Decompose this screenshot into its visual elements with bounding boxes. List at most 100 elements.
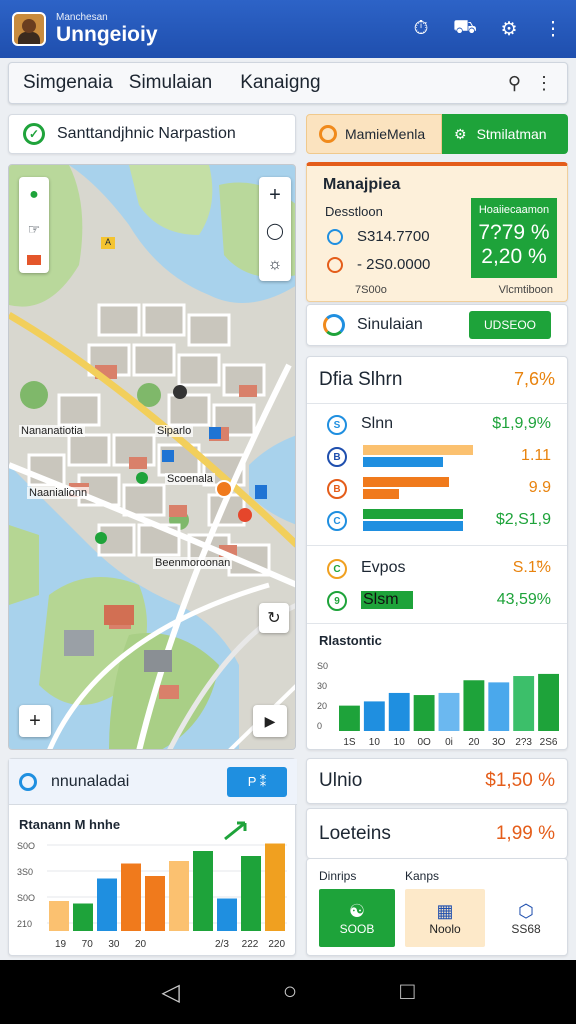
menu-more-icon[interactable]: ⋮	[535, 73, 553, 94]
rotate-icon[interactable]: ◯	[266, 221, 284, 241]
box-button-label: SS68	[511, 921, 541, 936]
trend-chart-title: Rlastontic	[319, 633, 382, 648]
home-icon[interactable]: ○	[283, 978, 298, 1006]
analysis-y-tick: S0O	[17, 893, 35, 903]
mode-right-label: Stmilatman	[476, 126, 547, 142]
map-label-4: Naanialionn	[27, 487, 90, 499]
stat-label: Slnn	[361, 415, 394, 432]
menu-item-1[interactable]: Simgenaia	[23, 72, 113, 94]
plus-icon: +	[29, 709, 41, 732]
summary-value-2: - 2S0.0000	[357, 256, 431, 273]
trend-bar	[339, 705, 360, 731]
stats-card: Dfia Slhrn 7,6% S Slnn $1,9,9% B 1.11 B …	[306, 356, 568, 750]
stat-row[interactable]: 9 Slsm 43,59%	[307, 587, 567, 617]
analysis-bar	[241, 856, 261, 931]
map-view[interactable]: ● ☞ + ◯ ☼ A Nananatiotia Siparlo Scoenal…	[8, 164, 296, 750]
mode-toggle-left[interactable]: MamieMenla	[306, 114, 442, 154]
summary-highlight: Hoaiiecaamon 7?79 % 2,20 %	[471, 198, 557, 278]
trend-y-tick: S0	[317, 661, 328, 671]
map-label-3: Scoenala	[165, 473, 215, 485]
stat-value: $1,9,9%	[492, 415, 551, 432]
clock-icon	[327, 228, 343, 245]
menu-item-2[interactable]: Simulaian	[129, 72, 212, 94]
gear-icon[interactable]: ⚙	[498, 18, 520, 40]
box-button[interactable]: ⬡ SS68	[493, 889, 559, 947]
trend-chart: S0 30 20 0 1S 10 10 0O 0i 20 3O 2?3 2S6	[317, 661, 559, 748]
metric-row[interactable]: Ulnio $1,50 %	[306, 758, 568, 804]
app-subtitle: Manchesan	[56, 12, 108, 23]
stat-bar	[363, 477, 449, 487]
metric-row[interactable]: Loeteins 1,99 %	[306, 808, 568, 858]
divider	[307, 403, 567, 404]
map-label-5: Beenmoroonan	[153, 557, 233, 569]
robot-icon: ⚙	[454, 125, 467, 142]
add-marker-button[interactable]: +	[19, 705, 51, 737]
stat-icon: B	[327, 447, 347, 467]
sell-button[interactable]: ☯ SOOB	[319, 889, 395, 947]
play-button[interactable]: ▶	[253, 705, 287, 737]
leaf-icon: ☯	[348, 900, 366, 921]
back-icon[interactable]: ◁	[161, 978, 179, 1007]
metric-label: Loeteins	[319, 822, 391, 844]
stat-bar	[363, 509, 463, 519]
notes-button[interactable]: ▦ Noolo	[405, 889, 485, 947]
menu-item-3[interactable]: Kanaigng	[240, 72, 320, 94]
pin-icon[interactable]: ●	[29, 186, 39, 204]
trend-x-tick: 20	[468, 737, 480, 748]
parking-button[interactable]: P ⁑	[227, 766, 287, 797]
summary-box-header: Hoaiiecaamon	[478, 204, 550, 216]
more-icon[interactable]: ⋮	[542, 18, 564, 40]
recents-icon[interactable]: □	[400, 978, 415, 1006]
compass-icon: ↻	[267, 610, 281, 627]
summary-box-value-1: 7?79 %	[478, 221, 550, 244]
route-bar[interactable]: ✓ Santtandjhnic Narpastion	[8, 114, 296, 154]
stat-row[interactable]: S Slnn $1,9,9%	[307, 411, 567, 441]
simulation-button[interactable]: UDSEOO	[469, 311, 551, 339]
compass-button[interactable]: ↻	[259, 603, 289, 633]
summary-title: Manajpiea	[323, 176, 401, 193]
stat-bar	[363, 445, 473, 455]
zoom-in-icon[interactable]: +	[269, 184, 281, 207]
coin-icon	[327, 256, 343, 273]
trend-bar	[463, 680, 485, 731]
stat-row[interactable]: C Evpos S.1̃%	[307, 555, 567, 585]
notes-button-label: Noolo	[429, 921, 461, 936]
stats-title-value: 7,6%	[513, 369, 555, 389]
trend-bar	[513, 676, 535, 731]
stat-icon: B	[327, 479, 347, 499]
map-canvas[interactable]	[9, 165, 296, 750]
mode-toggle-right[interactable]: ⚙ Stmilatman	[442, 114, 568, 154]
analysis-x-tick: 30	[108, 939, 120, 950]
trend-bar	[363, 701, 385, 731]
analysis-x-tick: 19	[55, 939, 67, 950]
avatar[interactable]	[12, 12, 46, 46]
app-bar: Manchesan Unngeioiy ⏱ ⛟ ⚙ ⋮	[0, 0, 576, 58]
tilt-icon[interactable]: ☼	[268, 256, 283, 274]
system-nav-bar: ◁ ○ □	[0, 960, 576, 1024]
stat-icon: C	[327, 559, 347, 579]
summary-label: Desstloon	[325, 204, 383, 219]
actions-label-right: Kanps	[405, 869, 440, 883]
analysis-y-tick: 210	[17, 919, 32, 929]
stat-row[interactable]: B 1.11	[307, 443, 567, 473]
stat-icon: S	[327, 415, 347, 435]
summary-foot-left: 7S00o	[355, 284, 387, 296]
metric-value: 1,99 %	[495, 822, 555, 844]
sell-button-label: SOOB	[339, 921, 375, 936]
search-icon[interactable]: ⚲	[508, 73, 521, 94]
timer-icon[interactable]: ⏱	[410, 18, 432, 40]
analysis-bar	[193, 851, 213, 931]
stat-row[interactable]: B 9.9	[307, 475, 567, 505]
analysis-bar	[265, 843, 285, 931]
pointer-icon[interactable]: ☞	[28, 221, 41, 238]
truck-icon[interactable]: ⛟	[453, 17, 477, 40]
stat-row[interactable]: C $2,S1,9	[307, 507, 567, 537]
summary-box-value-2: 2,20 %	[481, 245, 547, 269]
layers-icon[interactable]	[27, 254, 41, 265]
analysis-y-tick: S0O	[17, 841, 35, 851]
trend-y-tick: 30	[317, 681, 327, 691]
map-badge: A	[101, 237, 115, 249]
map-label-2: Siparlo	[155, 425, 194, 437]
simulation-row: Sinulaian UDSEOO	[306, 304, 568, 346]
stat-icon: 9	[327, 591, 347, 611]
